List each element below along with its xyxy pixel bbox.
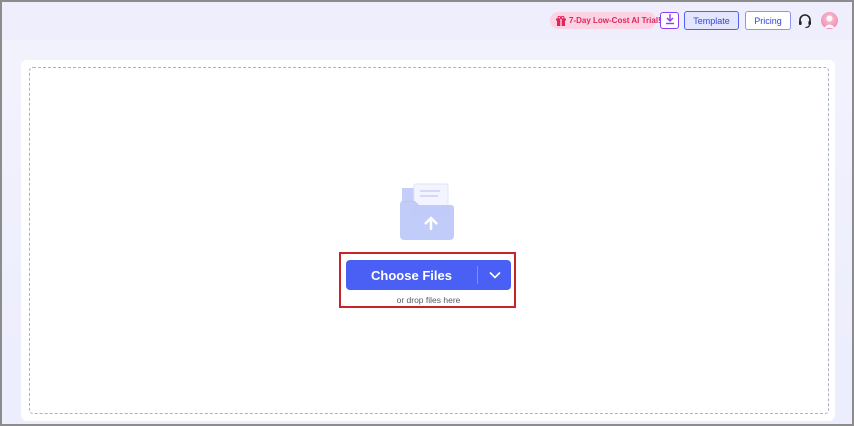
promo-label: 7-Day Low-Cost AI Trial! bbox=[569, 16, 661, 25]
gift-icon bbox=[556, 15, 566, 26]
download-icon bbox=[664, 12, 676, 30]
headset-icon[interactable] bbox=[797, 13, 813, 29]
choose-files-dropdown[interactable] bbox=[478, 260, 511, 290]
pricing-button[interactable]: Pricing bbox=[745, 11, 791, 30]
choose-files-button-group: Choose Files bbox=[346, 260, 511, 290]
template-button[interactable]: Template bbox=[684, 11, 739, 30]
top-bar: 7-Day Low-Cost AI Trial! Template Pricin… bbox=[2, 2, 852, 40]
promo-badge[interactable]: 7-Day Low-Cost AI Trial! bbox=[550, 12, 661, 29]
app-window: 7-Day Low-Cost AI Trial! Template Pricin… bbox=[0, 0, 854, 426]
user-avatar-icon[interactable] bbox=[821, 12, 838, 29]
chevron-down-icon bbox=[488, 266, 501, 284]
choose-files-button[interactable]: Choose Files bbox=[346, 260, 477, 290]
drop-hint-text: or drop files here bbox=[396, 295, 461, 305]
folder-upload-icon bbox=[398, 182, 458, 242]
download-button[interactable] bbox=[660, 12, 679, 29]
